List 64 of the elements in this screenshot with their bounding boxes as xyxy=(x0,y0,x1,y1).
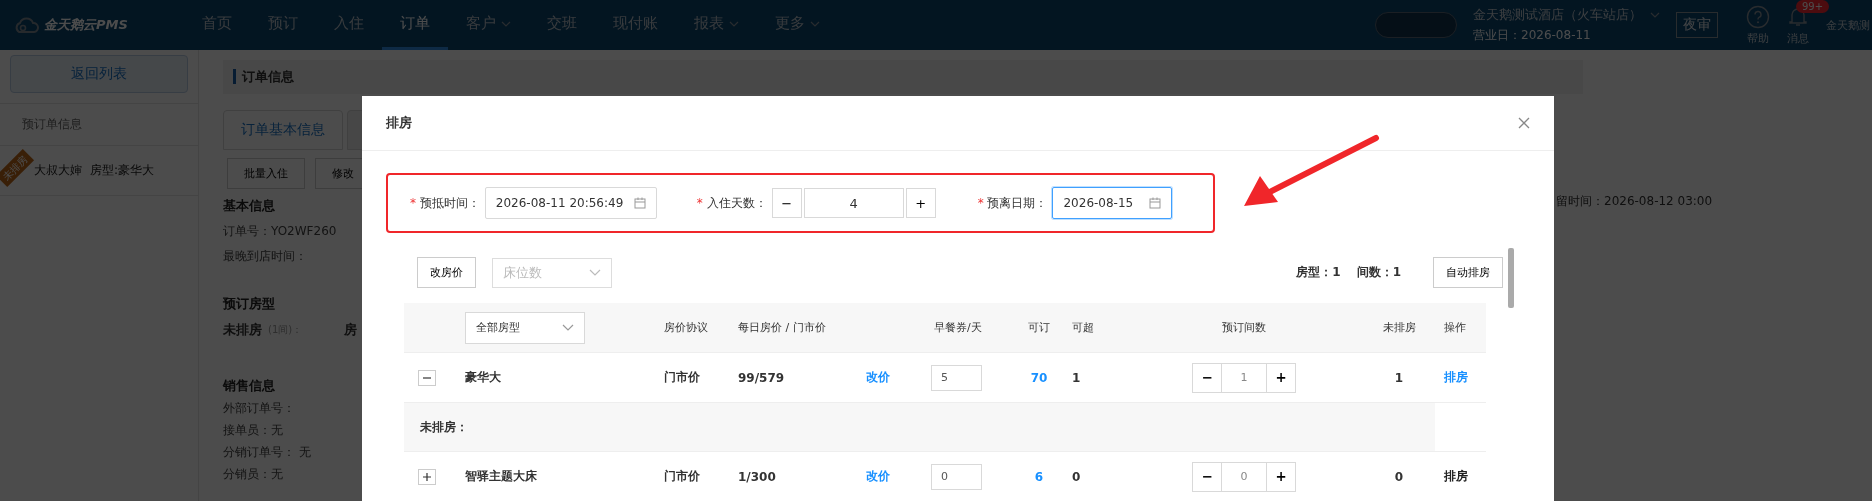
date-field[interactable]: 2026-08-15 xyxy=(1052,187,1173,219)
table-cell: 1 xyxy=(1072,370,1081,385)
status-text: 未排房 xyxy=(223,321,262,339)
collapse-icon[interactable] xyxy=(418,369,436,386)
room-type-name: 豪华大 xyxy=(465,369,501,386)
assign-room-link[interactable]: 排房 xyxy=(1444,468,1468,485)
calendar-icon xyxy=(633,197,646,209)
bed-count-select[interactable]: 床位数 xyxy=(492,257,612,288)
column-header: 预订间数 xyxy=(1222,320,1266,335)
summary-text: 间数：1 xyxy=(1356,264,1401,281)
available-count-link[interactable]: 70 xyxy=(1030,370,1048,385)
increment-button[interactable]: + xyxy=(1266,362,1296,393)
auto-assign-button[interactable]: 自动排房 xyxy=(1433,257,1503,288)
table-cell: 1/300 xyxy=(738,469,776,484)
logo-text: 金天鹅云PMS xyxy=(44,16,128,34)
decrement-button[interactable]: − xyxy=(1192,362,1222,393)
dialog-title: 排房 xyxy=(386,114,412,132)
field-label: * 入住天数： xyxy=(696,194,767,212)
column-header: 每日房价 / 门市价 xyxy=(738,320,826,335)
change-rate-link[interactable]: 改价 xyxy=(866,468,890,485)
table-cell: 门市价 xyxy=(664,369,700,386)
assign-room-link[interactable]: 排房 xyxy=(1444,369,1468,386)
increment-button[interactable]: + xyxy=(1266,461,1296,492)
breakfast-field[interactable]: 5 xyxy=(931,364,982,391)
room-type-select[interactable]: 全部房型 xyxy=(465,311,585,344)
column-header: 房价协议 xyxy=(664,320,708,335)
decrement-button[interactable]: − xyxy=(1192,461,1222,492)
decrement-button[interactable]: − xyxy=(771,188,802,218)
info-text: 房 xyxy=(344,321,357,339)
room-type-name: 智驿主题大床 xyxy=(465,468,537,485)
calendar-icon xyxy=(1149,197,1162,209)
summary-text: 房型：1 xyxy=(1296,264,1341,281)
chevron-down-icon xyxy=(589,269,601,276)
breakfast-field[interactable]: 0 xyxy=(931,463,982,490)
column-header: 可超 xyxy=(1072,320,1094,335)
section-title: 销售信息 xyxy=(223,377,275,395)
table-cell: 0 xyxy=(1072,469,1081,484)
column-header: 早餐券/天 xyxy=(934,320,982,335)
table-cell: 1 xyxy=(1394,370,1404,385)
info-text: 留时间：2026-08-12 03:00 xyxy=(1556,193,1713,210)
table-cell: 99/579 xyxy=(738,370,785,385)
table-cell: 门市价 xyxy=(664,468,700,485)
change-rate-button[interactable]: 改房价 xyxy=(417,257,476,288)
column-header: 未排房 xyxy=(1382,320,1416,335)
section-title: 预订房型 xyxy=(223,295,275,313)
change-rate-link[interactable]: 改价 xyxy=(866,369,890,386)
increment-button[interactable]: + xyxy=(905,188,936,218)
guest-name[interactable]: 大叔大婶 xyxy=(34,162,82,179)
expand-icon[interactable] xyxy=(418,468,436,485)
close-icon[interactable] xyxy=(1518,117,1530,129)
group-header: 未排房： xyxy=(404,403,1435,451)
nights-field[interactable]: 4 xyxy=(803,188,904,218)
scrollbar[interactable] xyxy=(1508,248,1514,308)
chevron-down-icon xyxy=(562,324,574,331)
column-header: 可订 xyxy=(1028,320,1050,335)
datetime-field[interactable]: 2026-08-11 20:56:49 xyxy=(484,187,657,219)
room-type-label[interactable]: 房型:豪华大 xyxy=(90,162,155,179)
available-count-link[interactable]: 6 xyxy=(1034,469,1044,484)
table-cell: 0 xyxy=(1394,469,1404,484)
field-label: * 预抵时间： xyxy=(410,194,480,212)
section-title: 基本信息 xyxy=(223,197,275,215)
column-header: 操作 xyxy=(1444,320,1466,335)
field-label: * 预离日期： xyxy=(977,194,1048,212)
business-date: 营业日：2026-08-11 xyxy=(1473,27,1592,44)
